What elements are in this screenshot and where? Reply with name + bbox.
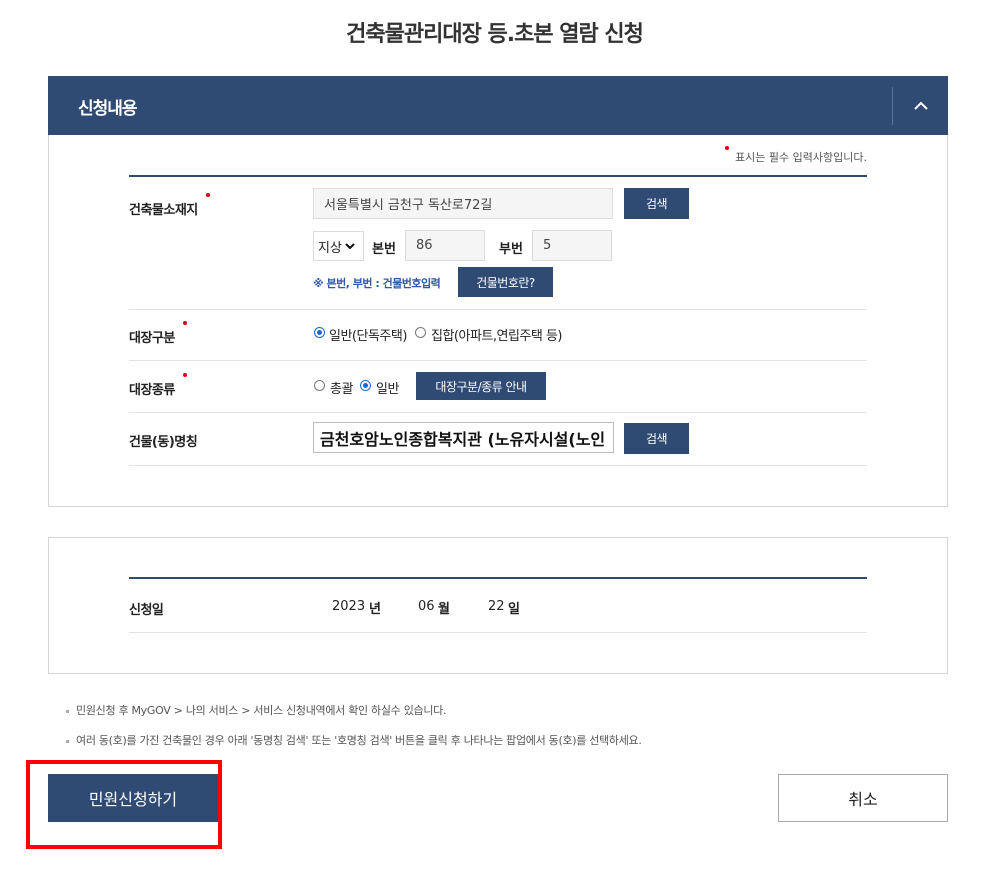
row-divider — [129, 309, 867, 310]
main-no-input[interactable]: 86 — [405, 230, 485, 261]
bullet-icon — [66, 709, 69, 713]
register-type-general-radio[interactable] — [314, 327, 325, 338]
required-dot-icon — [182, 321, 187, 325]
address-search-button[interactable]: 검색 — [624, 188, 689, 219]
date-day: 22 — [488, 599, 505, 614]
register-kind-general-radio[interactable] — [360, 380, 371, 391]
row-divider — [129, 632, 867, 633]
location-label: 건축물소재지 — [129, 193, 210, 218]
main-no-label: 본번 — [372, 242, 396, 257]
row-divider — [129, 360, 867, 361]
register-guide-button[interactable]: 대장구분/종류 안내 — [416, 372, 546, 400]
building-name-input[interactable]: 금천호암노인종합복지관 (노유자시설(노인 — [313, 422, 614, 453]
select-arrow-icon — [345, 243, 355, 249]
building-no-info-button[interactable]: 건물번호란? — [458, 267, 553, 297]
bullet-icon — [66, 739, 69, 743]
date-month-unit: 월 — [438, 602, 450, 617]
date-day-unit: 일 — [508, 602, 520, 617]
building-name-search-button[interactable]: 검색 — [624, 423, 689, 454]
register-kind-total-radio[interactable] — [314, 380, 325, 391]
required-dot-icon — [205, 193, 210, 197]
application-date-panel: 신청일 2023 년 06 월 22 일 — [48, 537, 948, 674]
sub-no-input[interactable]: 5 — [532, 230, 612, 261]
note-item: 여러 동(호)를 가진 건축물인 경우 아래 '동명칭 검색' 또는 '호명칭 … — [66, 732, 642, 748]
cancel-button[interactable]: 취소 — [778, 774, 948, 822]
date-year: 2023 — [332, 599, 366, 614]
chevron-up-icon — [913, 101, 928, 110]
required-dot-icon — [725, 146, 730, 150]
row-divider — [129, 412, 867, 413]
register-kind-label: 대장종류 — [129, 373, 187, 398]
sub-no-label: 부번 — [499, 242, 523, 257]
section-header-label: 신청내용 — [78, 99, 138, 119]
register-type-label: 대장구분 — [129, 321, 187, 346]
row-divider — [129, 465, 867, 466]
register-type-general-label[interactable]: 일반(단독주택) — [329, 325, 407, 344]
form-top-line — [129, 175, 867, 177]
note-item: 민원신청 후 MyGOV > 나의 서비스 > 서비스 신청내역에서 확인 하실… — [66, 702, 446, 718]
building-no-hint: ※ 본번, 부번 : 건물번호입력 — [313, 277, 441, 290]
date-top-line — [129, 577, 867, 579]
register-kind-general-label[interactable]: 일반 — [376, 378, 399, 397]
required-note: 표시는 필수 입력사항입니다. — [725, 146, 867, 165]
page-title: 건축물관리대장 등.초본 열람 신청 — [346, 22, 644, 47]
building-name-label: 건물(동)명칭 — [129, 435, 198, 450]
date-label: 신청일 — [129, 603, 164, 618]
address-input[interactable]: 서울특별시 금천구 독산로72길 — [313, 188, 613, 219]
section-header: 신청내용 — [48, 76, 948, 135]
highlight-box — [26, 760, 222, 849]
required-note-text: 표시는 필수 입력사항입니다. — [735, 151, 867, 164]
date-year-unit: 년 — [369, 602, 381, 617]
date-month: 06 — [418, 599, 435, 614]
register-type-collective-label[interactable]: 집합(아파트,연립주택 등) — [431, 325, 563, 344]
ground-select[interactable]: 지상 — [313, 231, 364, 261]
section-body: 표시는 필수 입력사항입니다. 건축물소재지 서울특별시 금천구 독산로72길 … — [48, 135, 948, 507]
required-dot-icon — [182, 373, 187, 377]
register-kind-total-label[interactable]: 총괄 — [330, 378, 353, 397]
collapse-button[interactable] — [893, 76, 948, 135]
register-type-collective-radio[interactable] — [415, 327, 426, 338]
